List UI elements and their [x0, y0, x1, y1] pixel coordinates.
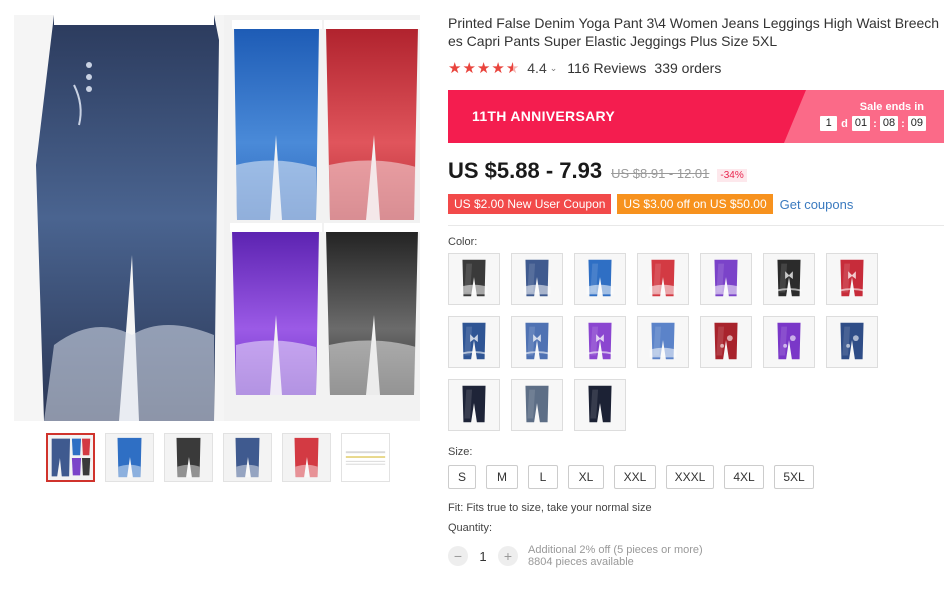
color-swatch-3[interactable]: [574, 253, 626, 305]
color-swatch-17[interactable]: [574, 379, 626, 431]
current-price: US $5.88 - 7.93: [448, 158, 603, 183]
banner-title: 11TH ANNIVERSARY: [472, 108, 616, 124]
half-star-icon: ★: [505, 59, 520, 77]
quantity-label: Quantity:: [448, 522, 493, 534]
timer-minutes: 08: [879, 116, 899, 131]
timer-seconds: 09: [907, 116, 926, 131]
discount-badge: -34%: [717, 169, 747, 182]
reviews-link[interactable]: 116 Reviews: [567, 60, 646, 76]
size-option-xl[interactable]: XL: [568, 465, 604, 489]
size-option-l[interactable]: L: [528, 465, 558, 489]
thumbnail-2[interactable]: [105, 433, 154, 482]
color-swatch-4[interactable]: [637, 253, 689, 305]
thumbnail-5[interactable]: [282, 433, 331, 482]
quantity-info: Additional 2% off (5 pieces or more) 880…: [528, 544, 703, 568]
color-swatch-11[interactable]: [637, 316, 689, 368]
star-icon: ★: [491, 59, 505, 77]
get-coupons-link[interactable]: Get coupons: [780, 197, 854, 212]
navy-leggings-large: [14, 15, 224, 421]
black-leggings: [324, 220, 420, 421]
rating-value[interactable]: 4.4: [527, 60, 546, 76]
red-leggings: [324, 15, 420, 220]
size-option-4xl[interactable]: 4XL: [724, 465, 764, 489]
pieces-available: 8804 pieces available: [528, 556, 634, 568]
size-option-s[interactable]: S: [448, 465, 476, 489]
color-swatch-14[interactable]: [826, 316, 878, 368]
quantity-increase-button[interactable]: +: [498, 546, 518, 566]
purple-leggings: [224, 220, 324, 421]
coupon-row: US $2.00 New User Coupon US $3.00 off on…: [448, 194, 948, 214]
thumbnail-4[interactable]: [223, 433, 272, 482]
timer-days-unit: d: [841, 117, 848, 130]
star-icon: ★: [448, 59, 462, 77]
store-coupon[interactable]: US $3.00 off on US $50.00: [617, 194, 773, 214]
anniversary-banner: 11TH ANNIVERSARY Sale ends in 1 d 01 : 0…: [448, 90, 944, 143]
quantity-stepper: − 1 + Additional 2% off (5 pieces or mor…: [448, 544, 948, 568]
color-swatch-7[interactable]: [826, 253, 878, 305]
bulk-discount-note: Additional 2% off (5 pieces or more): [528, 544, 703, 556]
timer-days: 1: [820, 116, 838, 131]
fit-note: Fit: Fits true to size, take your normal…: [448, 502, 652, 514]
color-swatch-15[interactable]: [448, 379, 500, 431]
color-swatch-9[interactable]: [511, 316, 563, 368]
product-info-panel: Printed False Denim Yoga Pant 3\4 Women …: [448, 14, 948, 568]
thumbnail-strip: [46, 433, 390, 482]
size-label: Size:: [448, 446, 473, 458]
color-swatch-16[interactable]: [511, 379, 563, 431]
timer-separator: :: [901, 117, 905, 130]
color-swatch-5[interactable]: [700, 253, 752, 305]
countdown-timer: 1 d 01 : 08 : 09: [820, 116, 926, 131]
color-swatch-13[interactable]: [763, 316, 815, 368]
rating-stars: ★ ★ ★ ★ ★: [448, 61, 519, 76]
size-option-xxxl[interactable]: XXXL: [666, 465, 714, 489]
star-icon: ★: [476, 59, 491, 77]
timer-hours: 01: [851, 116, 871, 131]
divider: [448, 225, 944, 226]
color-swatch-6[interactable]: [763, 253, 815, 305]
color-swatch-8[interactable]: [448, 316, 500, 368]
sale-ends-label: Sale ends in: [859, 101, 924, 113]
blue-leggings: [224, 15, 324, 220]
size-option-xxl[interactable]: XXL: [614, 465, 656, 489]
rating-row: ★ ★ ★ ★ ★ 4.4 ⌄ 116 Reviews 339 orders: [448, 59, 948, 77]
chevron-down-icon[interactable]: ⌄: [550, 63, 558, 74]
product-title: Printed False Denim Yoga Pant 3\4 Women …: [448, 15, 940, 49]
timer-separator: :: [873, 117, 877, 130]
orders-count: 339 orders: [654, 60, 722, 76]
size-options: S M L XL XXL XXXL 4XL 5XL: [448, 465, 948, 489]
color-swatch-10[interactable]: [574, 316, 626, 368]
color-swatches: [448, 253, 948, 431]
thumbnail-3[interactable]: [164, 433, 213, 482]
thumbnail-1[interactable]: [46, 433, 95, 482]
color-swatch-2[interactable]: [511, 253, 563, 305]
new-user-coupon[interactable]: US $2.00 New User Coupon: [448, 194, 612, 214]
quantity-value[interactable]: 1: [468, 549, 498, 564]
size-option-m[interactable]: M: [486, 465, 518, 489]
thumbnail-6-size-chart[interactable]: [341, 433, 390, 482]
color-swatch-12[interactable]: [700, 316, 752, 368]
quantity-decrease-button[interactable]: −: [448, 546, 468, 566]
original-price: US $8.91 - 12.01: [611, 166, 710, 181]
price-row: US $5.88 - 7.93 US $8.91 - 12.01 -34%: [448, 158, 948, 184]
star-icon: ★: [462, 59, 476, 77]
color-label: Color:: [448, 236, 478, 248]
color-swatch-1[interactable]: [448, 253, 500, 305]
main-product-image[interactable]: [14, 15, 420, 421]
size-option-5xl[interactable]: 5XL: [774, 465, 814, 489]
